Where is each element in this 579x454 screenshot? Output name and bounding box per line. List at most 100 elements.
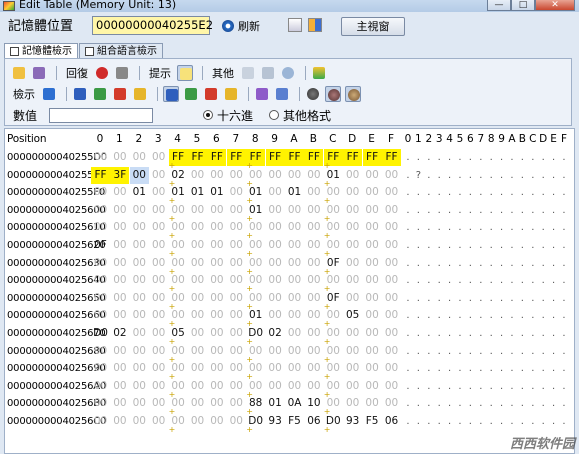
byte-view-4-button[interactable]: [132, 86, 148, 102]
byte-cell[interactable]: 00: [304, 219, 323, 236]
ascii-cell[interactable]: .: [559, 290, 569, 307]
ascii-cell[interactable]: .: [465, 167, 475, 184]
byte-cell[interactable]: 00: [149, 307, 168, 324]
byte-cell[interactable]: 00: [363, 184, 382, 201]
ascii-cell[interactable]: .: [455, 290, 465, 307]
ascii-cell[interactable]: .: [455, 149, 465, 166]
ascii-cell[interactable]: .: [413, 184, 423, 201]
format-1-button[interactable]: [163, 86, 179, 102]
ascii-cell[interactable]: .: [549, 149, 559, 166]
byte-cell[interactable]: 00: [188, 272, 207, 289]
ascii-cell[interactable]: .: [403, 325, 413, 342]
byte-cell[interactable]: 00: [227, 219, 246, 236]
ascii-cell[interactable]: .: [507, 378, 517, 395]
ascii-cell[interactable]: .: [517, 413, 527, 430]
byte-cell[interactable]: 00: [266, 202, 285, 219]
byte-cell[interactable]: 00: [343, 184, 362, 201]
byte-cell[interactable]: 00: [149, 360, 168, 377]
byte-cell[interactable]: F5: [285, 413, 304, 430]
byte-cell[interactable]: 00: [91, 202, 110, 219]
byte-cell[interactable]: 00: [227, 202, 246, 219]
ascii-cell[interactable]: .: [528, 237, 538, 254]
byte-cell[interactable]: 00: [382, 184, 401, 201]
ascii-cell[interactable]: .: [528, 290, 538, 307]
ascii-cell[interactable]: .: [465, 307, 475, 324]
byte-cell[interactable]: 00: [188, 255, 207, 272]
ascii-cell[interactable]: .: [486, 378, 496, 395]
ascii-cell[interactable]: .: [424, 255, 434, 272]
ascii-cell[interactable]: .: [476, 219, 486, 236]
ascii-cell[interactable]: .: [424, 307, 434, 324]
ascii-cell[interactable]: .: [445, 290, 455, 307]
byte-cell[interactable]: 00: [207, 219, 226, 236]
ascii-cell[interactable]: .: [413, 360, 423, 377]
byte-cell[interactable]: 00: [343, 395, 362, 412]
byte-cell[interactable]: 00: [363, 290, 382, 307]
byte-cell[interactable]: 00: [227, 307, 246, 324]
ascii-cell[interactable]: .: [497, 272, 507, 289]
ascii-cell[interactable]: .: [528, 343, 538, 360]
ascii-cell[interactable]: .: [559, 219, 569, 236]
ascii-cell[interactable]: .: [455, 395, 465, 412]
ascii-cell[interactable]: .: [476, 413, 486, 430]
byte-cell[interactable]: 00: [304, 167, 323, 184]
byte-cell[interactable]: 00: [130, 219, 149, 236]
ascii-cell[interactable]: .: [507, 184, 517, 201]
byte-cell[interactable]: 00: [285, 167, 304, 184]
byte-cell[interactable]: 00: [363, 378, 382, 395]
byte-cell[interactable]: 06: [304, 413, 323, 430]
format-2-button[interactable]: [183, 86, 199, 102]
ascii-cell[interactable]: .: [486, 219, 496, 236]
byte-cell[interactable]: 00: [363, 325, 382, 342]
ascii-cell[interactable]: .: [517, 325, 527, 342]
byte-cell[interactable]: 00: [363, 343, 382, 360]
byte-cell[interactable]: 00: [343, 343, 362, 360]
byte-cell[interactable]: 00: [266, 184, 285, 201]
byte-cell[interactable]: 00: [285, 255, 304, 272]
radio-other-format[interactable]: 其他格式: [269, 107, 331, 124]
ascii-cell[interactable]: .: [455, 413, 465, 430]
ascii-cell[interactable]: .: [476, 237, 486, 254]
ascii-cell[interactable]: .: [403, 237, 413, 254]
ascii-cell[interactable]: .: [486, 237, 496, 254]
ascii-cell[interactable]: .: [455, 219, 465, 236]
byte-cell[interactable]: 00: [266, 307, 285, 324]
byte-cell[interactable]: 00: [285, 219, 304, 236]
ascii-cell[interactable]: .: [403, 167, 413, 184]
table-row[interactable]: 0000000004025660 00 00 00 00 00 00 00 00 01 00 00 00…: [5, 307, 574, 328]
ascii-cell[interactable]: .: [434, 237, 444, 254]
byte-cell[interactable]: 00: [149, 202, 168, 219]
ascii-cell[interactable]: .: [413, 272, 423, 289]
byte-cell[interactable]: 00: [285, 272, 304, 289]
find-button[interactable]: [280, 65, 296, 81]
ascii-cell[interactable]: .: [476, 343, 486, 360]
byte-cell[interactable]: 00: [130, 255, 149, 272]
ascii-cell[interactable]: .: [538, 413, 548, 430]
ascii-cell[interactable]: .: [403, 413, 413, 430]
f-view-1-button[interactable]: [254, 86, 270, 102]
ascii-cell[interactable]: .: [507, 272, 517, 289]
byte-cell[interactable]: 00: [343, 219, 362, 236]
byte-cell[interactable]: 05: [343, 307, 362, 324]
byte-cell[interactable]: 00: [227, 343, 246, 360]
f-view-2-button[interactable]: [274, 86, 290, 102]
ascii-cell[interactable]: .: [455, 202, 465, 219]
paste-button[interactable]: [260, 65, 276, 81]
ascii-cell[interactable]: .: [465, 378, 475, 395]
ascii-cell[interactable]: .: [517, 167, 527, 184]
byte-cell[interactable]: 00: [227, 167, 246, 184]
ascii-cell[interactable]: .: [497, 255, 507, 272]
ascii-cell[interactable]: .: [497, 184, 507, 201]
table-row[interactable]: 0000000004025670 D0 02 00 00 05 00 00 00 D0 02 00 00…: [5, 325, 574, 346]
ascii-cell[interactable]: .: [465, 149, 475, 166]
ascii-cell[interactable]: .: [455, 307, 465, 324]
byte-cell[interactable]: 00: [188, 325, 207, 342]
table-row[interactable]: 0000000004025630 00 00 00 00 00 00 00 00 00 00 00 00…: [5, 255, 574, 276]
byte-cell[interactable]: 00: [110, 272, 129, 289]
byte-cell[interactable]: 00: [110, 237, 129, 254]
ascii-cell[interactable]: .: [413, 413, 423, 430]
byte-cell[interactable]: 00: [266, 360, 285, 377]
ascii-cell[interactable]: .: [517, 202, 527, 219]
stack-button[interactable]: [311, 65, 327, 81]
ascii-cell[interactable]: .: [538, 272, 548, 289]
